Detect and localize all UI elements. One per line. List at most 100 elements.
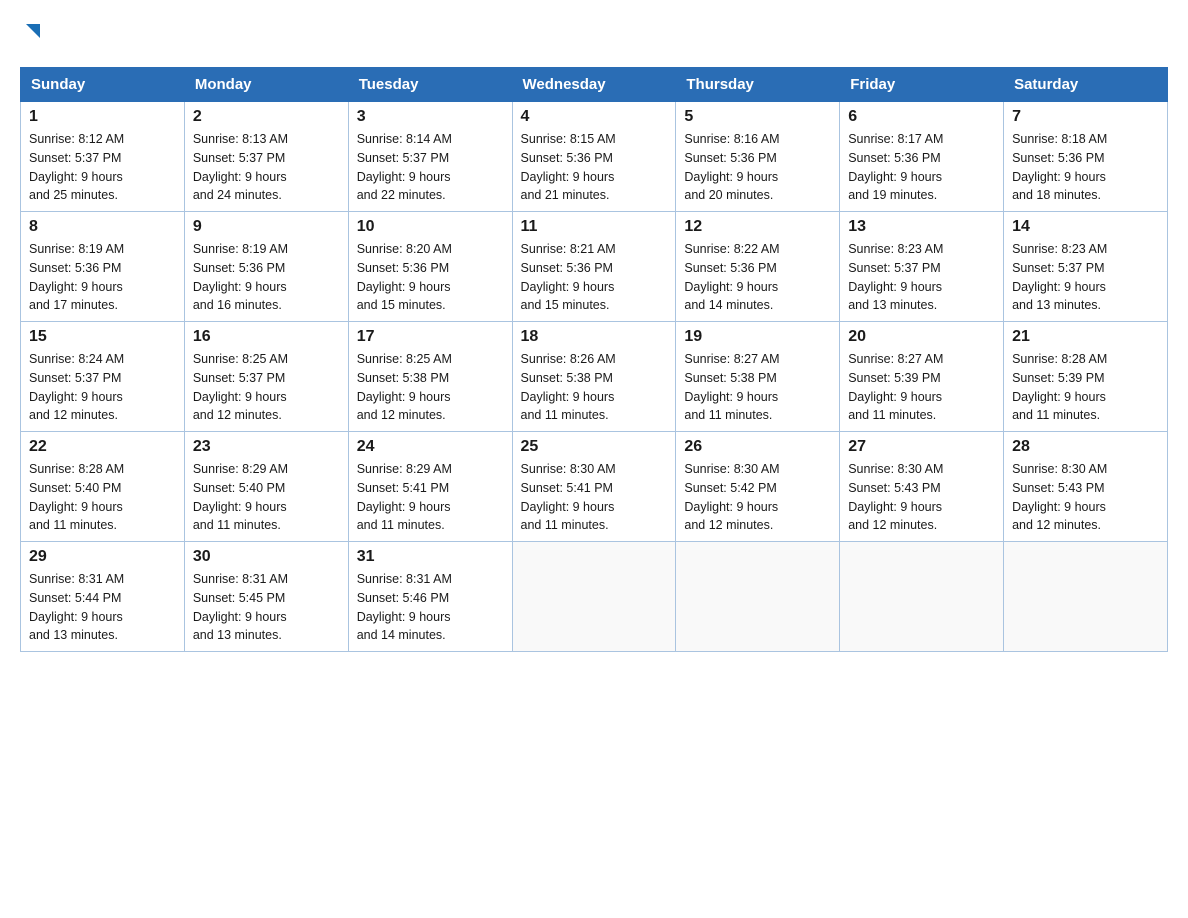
day-info: Sunrise: 8:26 AMSunset: 5:38 PMDaylight:… bbox=[521, 352, 616, 422]
weekday-header-sunday: Sunday bbox=[21, 68, 185, 102]
day-info: Sunrise: 8:30 AMSunset: 5:43 PMDaylight:… bbox=[848, 462, 943, 532]
day-info: Sunrise: 8:25 AMSunset: 5:38 PMDaylight:… bbox=[357, 352, 452, 422]
day-info: Sunrise: 8:21 AMSunset: 5:36 PMDaylight:… bbox=[521, 242, 616, 312]
day-number: 22 bbox=[29, 438, 176, 456]
calendar-table: SundayMondayTuesdayWednesdayThursdayFrid… bbox=[20, 67, 1168, 652]
day-number: 19 bbox=[684, 328, 831, 346]
calendar-cell: 9 Sunrise: 8:19 AMSunset: 5:36 PMDayligh… bbox=[184, 212, 348, 322]
day-info: Sunrise: 8:15 AMSunset: 5:36 PMDaylight:… bbox=[521, 132, 616, 202]
day-number: 28 bbox=[1012, 438, 1159, 456]
day-number: 10 bbox=[357, 218, 504, 236]
calendar-cell bbox=[676, 542, 840, 652]
calendar-cell: 15 Sunrise: 8:24 AMSunset: 5:37 PMDaylig… bbox=[21, 322, 185, 432]
calendar-cell: 29 Sunrise: 8:31 AMSunset: 5:44 PMDaylig… bbox=[21, 542, 185, 652]
day-info: Sunrise: 8:13 AMSunset: 5:37 PMDaylight:… bbox=[193, 132, 288, 202]
day-number: 3 bbox=[357, 108, 504, 126]
day-number: 9 bbox=[193, 218, 340, 236]
calendar-cell: 23 Sunrise: 8:29 AMSunset: 5:40 PMDaylig… bbox=[184, 432, 348, 542]
calendar-cell: 7 Sunrise: 8:18 AMSunset: 5:36 PMDayligh… bbox=[1004, 102, 1168, 212]
day-number: 12 bbox=[684, 218, 831, 236]
calendar-cell: 3 Sunrise: 8:14 AMSunset: 5:37 PMDayligh… bbox=[348, 102, 512, 212]
logo bbox=[20, 20, 44, 47]
weekday-header-row: SundayMondayTuesdayWednesdayThursdayFrid… bbox=[21, 68, 1168, 102]
day-number: 2 bbox=[193, 108, 340, 126]
day-number: 15 bbox=[29, 328, 176, 346]
day-info: Sunrise: 8:19 AMSunset: 5:36 PMDaylight:… bbox=[29, 242, 124, 312]
day-number: 25 bbox=[521, 438, 668, 456]
day-number: 13 bbox=[848, 218, 995, 236]
week-row-2: 8 Sunrise: 8:19 AMSunset: 5:36 PMDayligh… bbox=[21, 212, 1168, 322]
day-info: Sunrise: 8:23 AMSunset: 5:37 PMDaylight:… bbox=[848, 242, 943, 312]
day-info: Sunrise: 8:28 AMSunset: 5:39 PMDaylight:… bbox=[1012, 352, 1107, 422]
calendar-cell: 20 Sunrise: 8:27 AMSunset: 5:39 PMDaylig… bbox=[840, 322, 1004, 432]
calendar-cell: 18 Sunrise: 8:26 AMSunset: 5:38 PMDaylig… bbox=[512, 322, 676, 432]
day-info: Sunrise: 8:30 AMSunset: 5:42 PMDaylight:… bbox=[684, 462, 779, 532]
day-number: 18 bbox=[521, 328, 668, 346]
day-info: Sunrise: 8:31 AMSunset: 5:46 PMDaylight:… bbox=[357, 572, 452, 642]
day-info: Sunrise: 8:25 AMSunset: 5:37 PMDaylight:… bbox=[193, 352, 288, 422]
day-info: Sunrise: 8:12 AMSunset: 5:37 PMDaylight:… bbox=[29, 132, 124, 202]
day-info: Sunrise: 8:14 AMSunset: 5:37 PMDaylight:… bbox=[357, 132, 452, 202]
calendar-cell: 24 Sunrise: 8:29 AMSunset: 5:41 PMDaylig… bbox=[348, 432, 512, 542]
calendar-cell: 21 Sunrise: 8:28 AMSunset: 5:39 PMDaylig… bbox=[1004, 322, 1168, 432]
day-number: 16 bbox=[193, 328, 340, 346]
day-info: Sunrise: 8:22 AMSunset: 5:36 PMDaylight:… bbox=[684, 242, 779, 312]
calendar-cell: 13 Sunrise: 8:23 AMSunset: 5:37 PMDaylig… bbox=[840, 212, 1004, 322]
day-number: 11 bbox=[521, 218, 668, 236]
day-number: 23 bbox=[193, 438, 340, 456]
day-info: Sunrise: 8:16 AMSunset: 5:36 PMDaylight:… bbox=[684, 132, 779, 202]
day-number: 21 bbox=[1012, 328, 1159, 346]
weekday-header-wednesday: Wednesday bbox=[512, 68, 676, 102]
week-row-5: 29 Sunrise: 8:31 AMSunset: 5:44 PMDaylig… bbox=[21, 542, 1168, 652]
calendar-cell bbox=[1004, 542, 1168, 652]
weekday-header-tuesday: Tuesday bbox=[348, 68, 512, 102]
calendar-cell: 19 Sunrise: 8:27 AMSunset: 5:38 PMDaylig… bbox=[676, 322, 840, 432]
calendar-cell: 16 Sunrise: 8:25 AMSunset: 5:37 PMDaylig… bbox=[184, 322, 348, 432]
calendar-cell: 12 Sunrise: 8:22 AMSunset: 5:36 PMDaylig… bbox=[676, 212, 840, 322]
calendar-cell: 22 Sunrise: 8:28 AMSunset: 5:40 PMDaylig… bbox=[21, 432, 185, 542]
day-number: 29 bbox=[29, 548, 176, 566]
day-info: Sunrise: 8:31 AMSunset: 5:45 PMDaylight:… bbox=[193, 572, 288, 642]
day-number: 27 bbox=[848, 438, 995, 456]
day-info: Sunrise: 8:20 AMSunset: 5:36 PMDaylight:… bbox=[357, 242, 452, 312]
day-number: 4 bbox=[521, 108, 668, 126]
day-info: Sunrise: 8:29 AMSunset: 5:40 PMDaylight:… bbox=[193, 462, 288, 532]
day-info: Sunrise: 8:30 AMSunset: 5:43 PMDaylight:… bbox=[1012, 462, 1107, 532]
calendar-cell: 27 Sunrise: 8:30 AMSunset: 5:43 PMDaylig… bbox=[840, 432, 1004, 542]
week-row-4: 22 Sunrise: 8:28 AMSunset: 5:40 PMDaylig… bbox=[21, 432, 1168, 542]
day-info: Sunrise: 8:31 AMSunset: 5:44 PMDaylight:… bbox=[29, 572, 124, 642]
day-number: 24 bbox=[357, 438, 504, 456]
calendar-cell: 30 Sunrise: 8:31 AMSunset: 5:45 PMDaylig… bbox=[184, 542, 348, 652]
calendar-cell: 14 Sunrise: 8:23 AMSunset: 5:37 PMDaylig… bbox=[1004, 212, 1168, 322]
weekday-header-friday: Friday bbox=[840, 68, 1004, 102]
day-info: Sunrise: 8:24 AMSunset: 5:37 PMDaylight:… bbox=[29, 352, 124, 422]
day-info: Sunrise: 8:27 AMSunset: 5:38 PMDaylight:… bbox=[684, 352, 779, 422]
calendar-cell bbox=[512, 542, 676, 652]
day-number: 14 bbox=[1012, 218, 1159, 236]
day-info: Sunrise: 8:27 AMSunset: 5:39 PMDaylight:… bbox=[848, 352, 943, 422]
calendar-cell: 10 Sunrise: 8:20 AMSunset: 5:36 PMDaylig… bbox=[348, 212, 512, 322]
calendar-cell: 8 Sunrise: 8:19 AMSunset: 5:36 PMDayligh… bbox=[21, 212, 185, 322]
day-number: 30 bbox=[193, 548, 340, 566]
day-number: 8 bbox=[29, 218, 176, 236]
day-info: Sunrise: 8:17 AMSunset: 5:36 PMDaylight:… bbox=[848, 132, 943, 202]
calendar-cell: 2 Sunrise: 8:13 AMSunset: 5:37 PMDayligh… bbox=[184, 102, 348, 212]
calendar-cell: 4 Sunrise: 8:15 AMSunset: 5:36 PMDayligh… bbox=[512, 102, 676, 212]
day-info: Sunrise: 8:29 AMSunset: 5:41 PMDaylight:… bbox=[357, 462, 452, 532]
logo-arrow-icon bbox=[22, 20, 44, 47]
week-row-1: 1 Sunrise: 8:12 AMSunset: 5:37 PMDayligh… bbox=[21, 102, 1168, 212]
calendar-cell: 26 Sunrise: 8:30 AMSunset: 5:42 PMDaylig… bbox=[676, 432, 840, 542]
day-number: 5 bbox=[684, 108, 831, 126]
calendar-cell: 1 Sunrise: 8:12 AMSunset: 5:37 PMDayligh… bbox=[21, 102, 185, 212]
day-info: Sunrise: 8:18 AMSunset: 5:36 PMDaylight:… bbox=[1012, 132, 1107, 202]
calendar-cell: 17 Sunrise: 8:25 AMSunset: 5:38 PMDaylig… bbox=[348, 322, 512, 432]
day-number: 6 bbox=[848, 108, 995, 126]
day-number: 26 bbox=[684, 438, 831, 456]
weekday-header-thursday: Thursday bbox=[676, 68, 840, 102]
day-number: 17 bbox=[357, 328, 504, 346]
day-number: 1 bbox=[29, 108, 176, 126]
calendar-cell: 28 Sunrise: 8:30 AMSunset: 5:43 PMDaylig… bbox=[1004, 432, 1168, 542]
calendar-cell: 11 Sunrise: 8:21 AMSunset: 5:36 PMDaylig… bbox=[512, 212, 676, 322]
day-info: Sunrise: 8:23 AMSunset: 5:37 PMDaylight:… bbox=[1012, 242, 1107, 312]
day-info: Sunrise: 8:30 AMSunset: 5:41 PMDaylight:… bbox=[521, 462, 616, 532]
